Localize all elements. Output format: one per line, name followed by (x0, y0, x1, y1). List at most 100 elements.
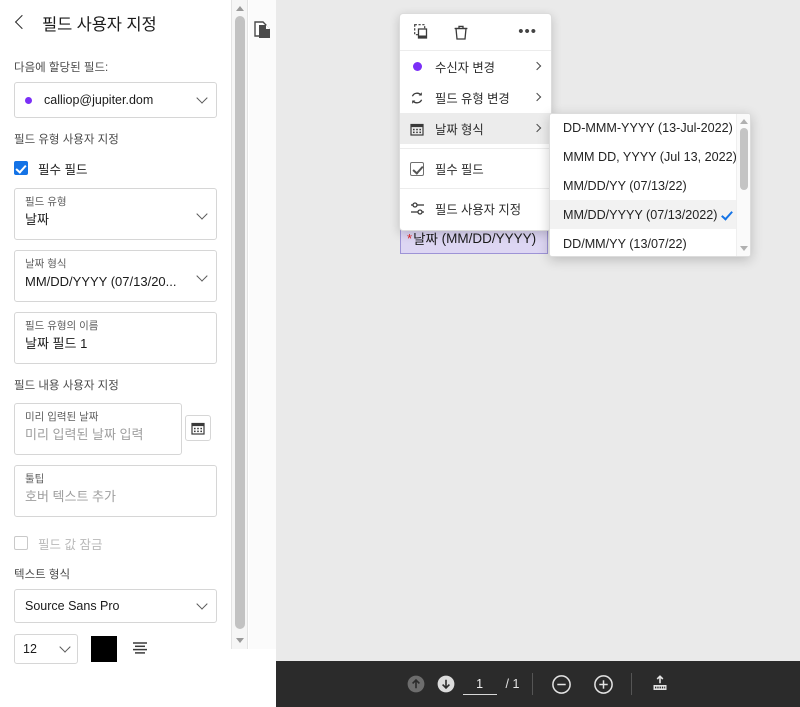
more-ellipsis-icon[interactable]: ••• (518, 24, 537, 39)
page-title: 필드 사용자 지정 (42, 16, 157, 34)
app-root: 필드 사용자 지정 다음에 할당된 필드: calliop@jupiter.do… (0, 0, 800, 707)
chevron-down-icon (196, 598, 208, 610)
tooltip-placeholder: 호버 텍스트 추가 (25, 489, 116, 504)
toolbar-divider (532, 673, 534, 695)
assigned-field-label: 다음에 할당된 필드: (14, 62, 109, 74)
plus-circle-icon[interactable] (588, 669, 618, 699)
font-size-select[interactable]: 12 (14, 634, 78, 664)
chevron-right-icon (532, 61, 542, 70)
dropdown-option[interactable]: MMM DD, YYYY (Jul 13, 2022) (550, 143, 737, 172)
menu-item-required-field[interactable]: 필수 필드 (400, 153, 551, 184)
lock-field-value-label: 필드 값 잠금 (38, 537, 103, 552)
page-total-label: / 1 (505, 677, 520, 691)
checkbox-checked-icon (409, 161, 425, 176)
chevron-right-icon (532, 92, 542, 101)
field-type-select[interactable]: 필드 유형 날짜 (14, 188, 217, 240)
text-format-label: 텍스트 형식 (14, 569, 71, 581)
required-marker: * (407, 230, 413, 246)
prefilled-date-placeholder: 미리 입력된 날짜 입력 (25, 427, 144, 442)
back-chevron-icon[interactable] (14, 13, 28, 33)
chevron-down-icon (59, 641, 71, 653)
field-context-menu: ••• 수신자 변경 필드 유형 변경 날짜 형식 필수 필드 필드 사용자 지… (399, 13, 552, 231)
pages-strip (249, 0, 276, 649)
align-lines-icon[interactable] (130, 639, 150, 659)
field-name-input[interactable]: 필드 유형의 이름 날짜 필드 1 (14, 312, 217, 364)
menu-item-label: 필드 사용자 지정 (435, 202, 522, 217)
fit-page-icon[interactable] (645, 669, 675, 699)
refresh-icon (409, 91, 425, 105)
prefilled-date-input[interactable]: 미리 입력된 날짜 미리 입력된 날짜 입력 (14, 403, 211, 455)
menu-item-label: 필드 유형 변경 (435, 91, 510, 106)
field-name-caption: 필드 유형의 이름 (25, 320, 99, 332)
chevron-right-icon (532, 123, 542, 132)
scroll-down-arrow-icon[interactable] (740, 246, 748, 251)
arrow-down-circle-icon[interactable] (431, 669, 461, 699)
prefilled-date-caption: 미리 입력된 날짜 (25, 411, 99, 423)
date-format-option-list: DD-MMM-YYYY (13-Jul-2022) MMM DD, YYYY (… (550, 114, 737, 256)
recipient-dot-icon (409, 62, 425, 71)
menu-divider (400, 188, 551, 189)
dropdown-scrollbar[interactable] (736, 114, 750, 256)
date-field-format: (MM/DD/YYYY) (441, 230, 537, 246)
trash-icon[interactable] (453, 24, 469, 41)
scroll-up-arrow-icon[interactable] (236, 6, 244, 11)
date-format-caption: 날짜 형식 (25, 258, 67, 270)
field-customize-panel: 필드 사용자 지정 다음에 할당된 필드: calliop@jupiter.do… (0, 0, 232, 664)
scroll-up-arrow-icon[interactable] (740, 119, 748, 124)
field-type-value: 날짜 (25, 212, 49, 227)
required-field-label: 필수 필드 (38, 162, 88, 177)
page-nav-group: / 1 (401, 669, 520, 699)
page-number-input[interactable] (462, 673, 497, 695)
menu-item-label: 수신자 변경 (435, 60, 495, 75)
text-format-row: 12 (14, 634, 217, 664)
checkbox-unchecked-icon (14, 536, 28, 550)
date-format-value: MM/DD/YYYY (07/13/20... (25, 274, 177, 289)
dropdown-option-selected[interactable]: MM/DD/YYYY (07/13/2022) (550, 200, 736, 230)
menu-item-label: 날짜 형식 (435, 122, 484, 137)
viewer-bottom-toolbar: / 1 (276, 661, 800, 707)
minus-circle-icon[interactable] (546, 669, 576, 699)
dropdown-option[interactable]: DD-MMM-YYYY (13-Jul-2022) (550, 114, 736, 143)
sidebar-scroll-thumb[interactable] (235, 16, 245, 629)
assignee-email: calliop@jupiter.dom (44, 93, 154, 107)
content-section-label: 필드 내용 사용자 지정 (14, 380, 119, 392)
field-name-value: 날짜 필드 1 (25, 336, 88, 351)
tooltip-input[interactable]: 툴팁 호버 텍스트 추가 (14, 465, 217, 517)
lock-field-value-checkbox-row[interactable]: 필드 값 잠금 (0, 533, 231, 553)
menu-item-label: 필수 필드 (435, 162, 484, 177)
calendar-icon[interactable] (185, 415, 211, 441)
toolbar-divider (631, 673, 633, 695)
context-menu-toolbar: ••• (400, 14, 551, 51)
arrow-up-circle-icon[interactable] (401, 669, 431, 699)
recipient-dot-icon (25, 96, 32, 104)
menu-item-date-format[interactable]: 날짜 형식 (400, 113, 551, 144)
font-color-swatch[interactable] (91, 636, 117, 662)
menu-divider (400, 148, 551, 149)
font-family-select[interactable]: Source Sans Pro (14, 589, 217, 623)
sidebar-scrollbar[interactable] (232, 0, 248, 649)
field-type-caption: 필드 유형 (25, 196, 67, 208)
dropdown-option[interactable]: MM/DD/YY (07/13/22) (550, 172, 736, 201)
field-type-section-label: 필드 유형 사용자 지정 (14, 134, 119, 146)
date-format-select[interactable]: 날짜 형식 MM/DD/YYYY (07/13/20... (14, 250, 217, 302)
option-label: DD/MM/YY (13/07/22) (563, 236, 687, 251)
tooltip-caption: 툴팁 (25, 473, 45, 485)
duplicate-icon[interactable] (414, 23, 431, 41)
option-label: MM/DD/YY (07/13/22) (563, 178, 687, 193)
menu-item-change-recipient[interactable]: 수신자 변경 (400, 51, 551, 82)
menu-item-change-field-type[interactable]: 필드 유형 변경 (400, 82, 551, 113)
font-size-value: 12 (23, 642, 37, 656)
menu-item-customize-field[interactable]: 필드 사용자 지정 (400, 193, 551, 224)
assignee-select[interactable]: calliop@jupiter.dom (14, 82, 217, 118)
chevron-down-icon (196, 92, 208, 104)
checkbox-checked-icon (14, 161, 28, 175)
panel-header: 필드 사용자 지정 (0, 0, 231, 46)
pages-copy-icon[interactable] (254, 20, 272, 45)
option-label: DD-MMM-YYYY (13-Jul-2022) (563, 121, 733, 136)
required-field-checkbox-row[interactable]: 필수 필드 (0, 158, 231, 178)
option-label: MMM DD, YYYY (Jul 13, 2022) (563, 150, 737, 165)
dropdown-option[interactable]: DD/MM/YY (13/07/22) (550, 229, 736, 256)
font-family-value: Source Sans Pro (25, 599, 120, 613)
scroll-down-arrow-icon[interactable] (236, 638, 244, 643)
dropdown-scroll-thumb[interactable] (740, 128, 748, 190)
